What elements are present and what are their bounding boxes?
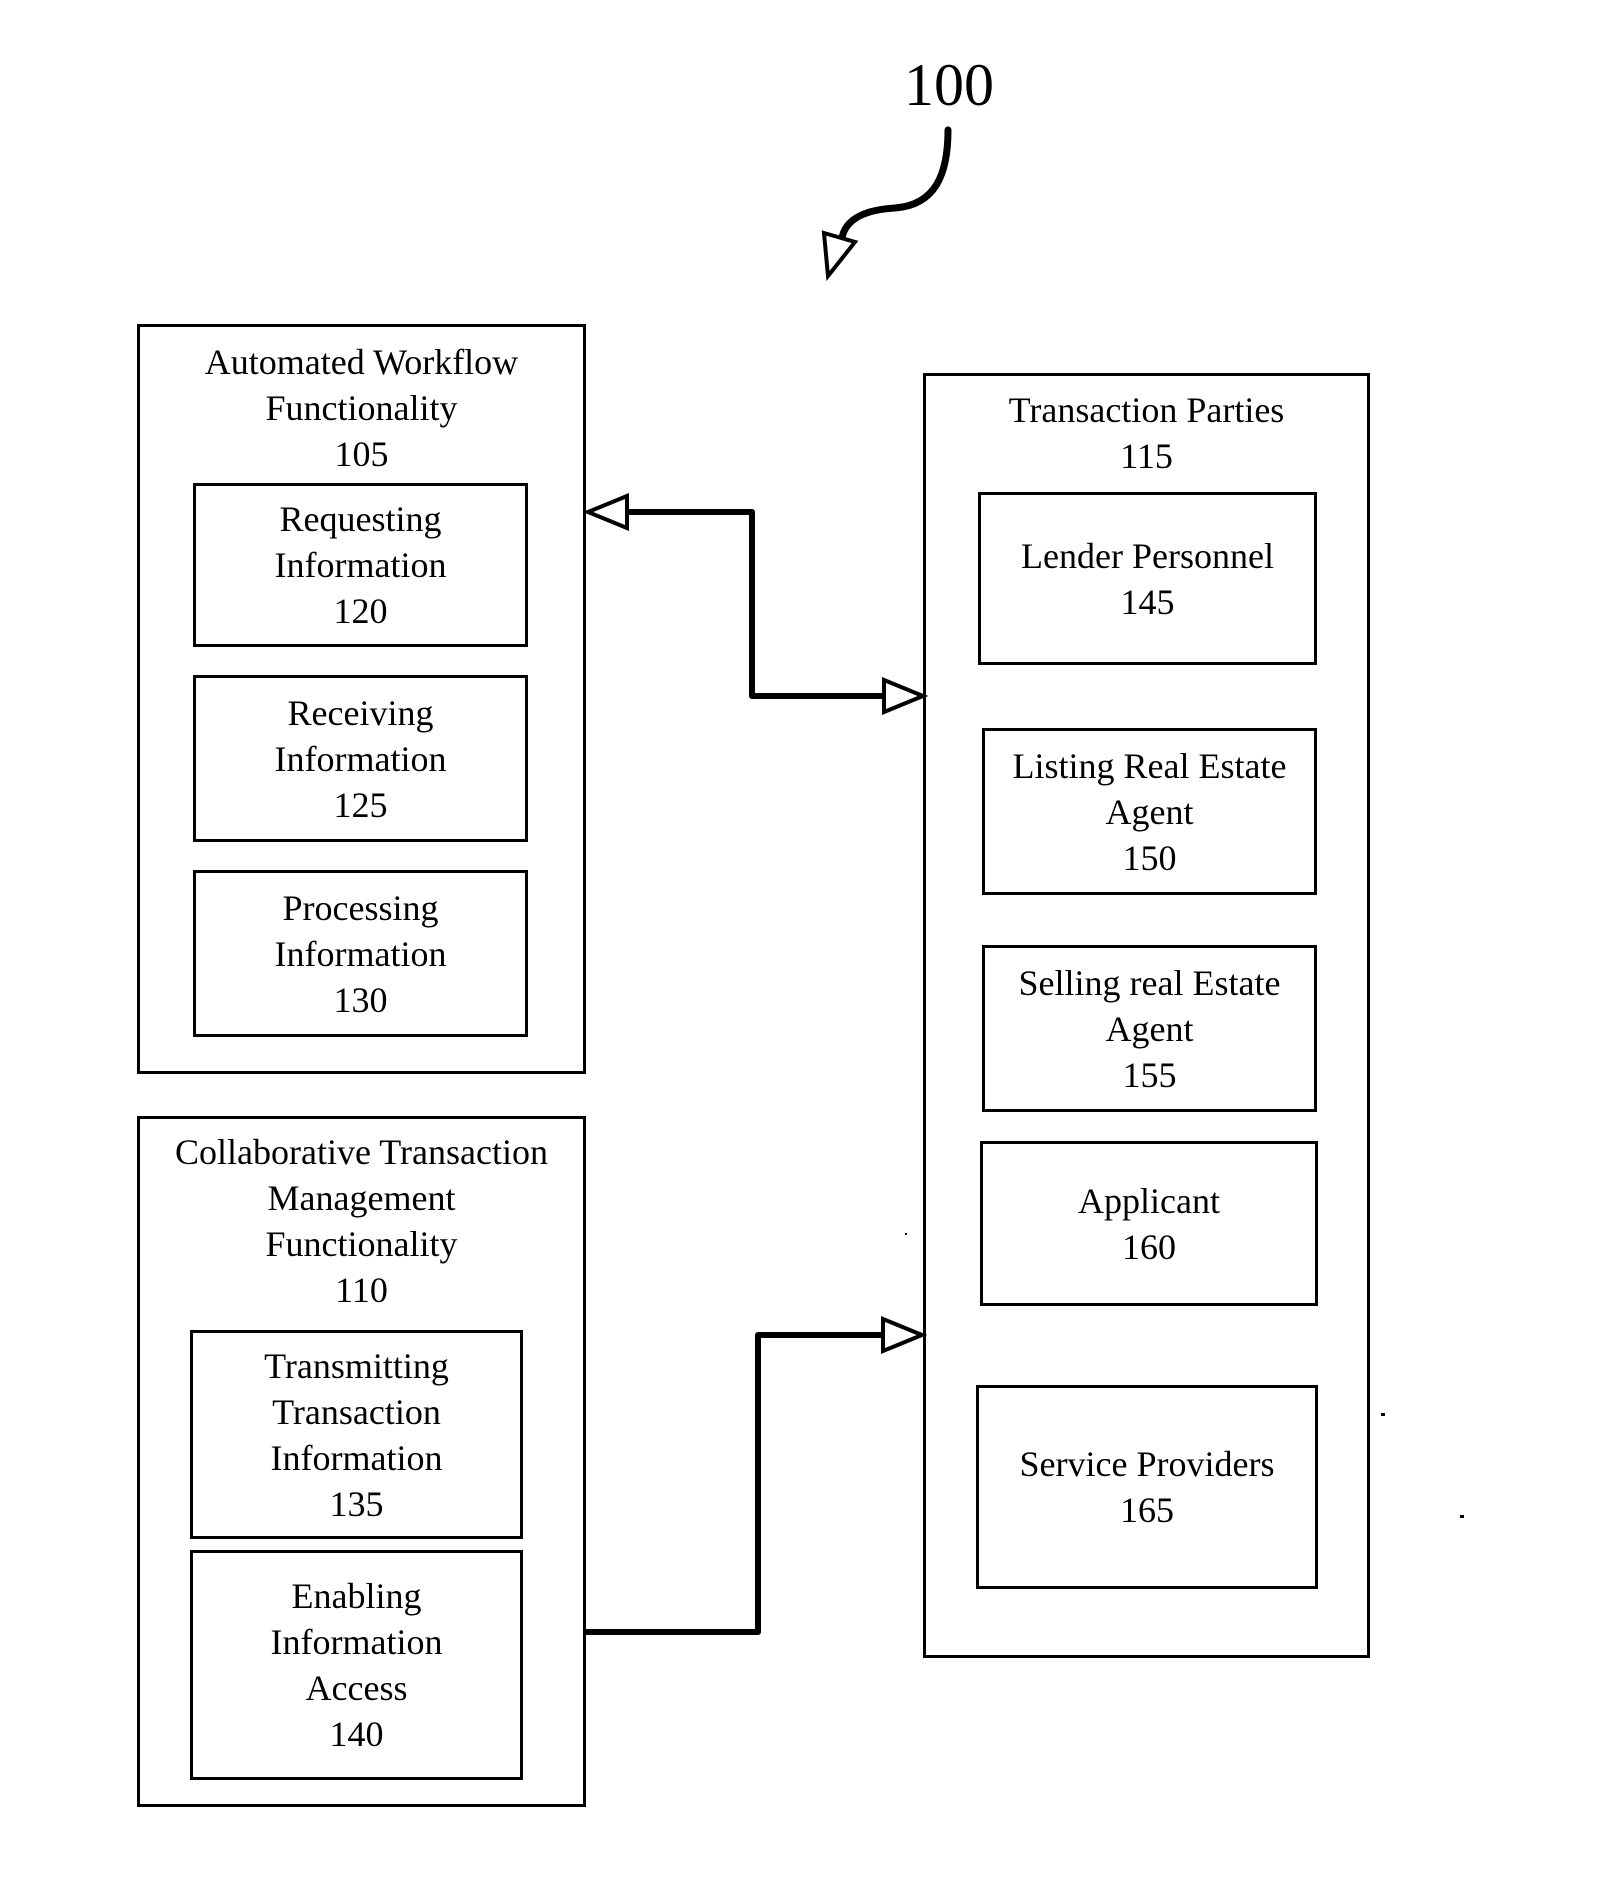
group-title: Collaborative Transaction Management Fun… [175, 1132, 548, 1310]
group-title: Automated Workflow Functionality 105 [204, 342, 519, 474]
processing-information-box: Processing Information 130 [193, 870, 528, 1037]
figure-reference-label: 100 [904, 52, 994, 118]
service-providers-box: Service Providers 165 [976, 1385, 1318, 1589]
requesting-information-box: Requesting Information 120 [193, 483, 528, 647]
arrowhead-right-icon [881, 1316, 928, 1354]
group-title: Transaction Parties 115 [1008, 390, 1285, 476]
scan-speck [1381, 1413, 1385, 1416]
scan-speck [1460, 1515, 1464, 1518]
reference-arrowhead-icon [821, 230, 859, 282]
connector-140-115 [586, 1332, 884, 1635]
selling-real-estate-agent-box: Selling real Estate Agent 155 [982, 945, 1317, 1112]
transmitting-transaction-information-box: Transmitting Transaction Information 135 [190, 1330, 523, 1539]
applicant-box: Applicant 160 [980, 1141, 1318, 1306]
reference-arrow-curve [838, 126, 952, 242]
arrowhead-left-icon [582, 493, 629, 531]
enabling-information-access-box: Enabling Information Access 140 [190, 1550, 523, 1780]
arrowhead-right-icon [882, 677, 929, 715]
receiving-information-box: Receiving Information 125 [193, 675, 528, 842]
scan-speck [905, 1233, 907, 1235]
connector-105-115 [627, 509, 883, 699]
lender-personnel-box: Lender Personnel 145 [978, 492, 1317, 665]
listing-real-estate-agent-box: Listing Real Estate Agent 150 [982, 728, 1317, 895]
